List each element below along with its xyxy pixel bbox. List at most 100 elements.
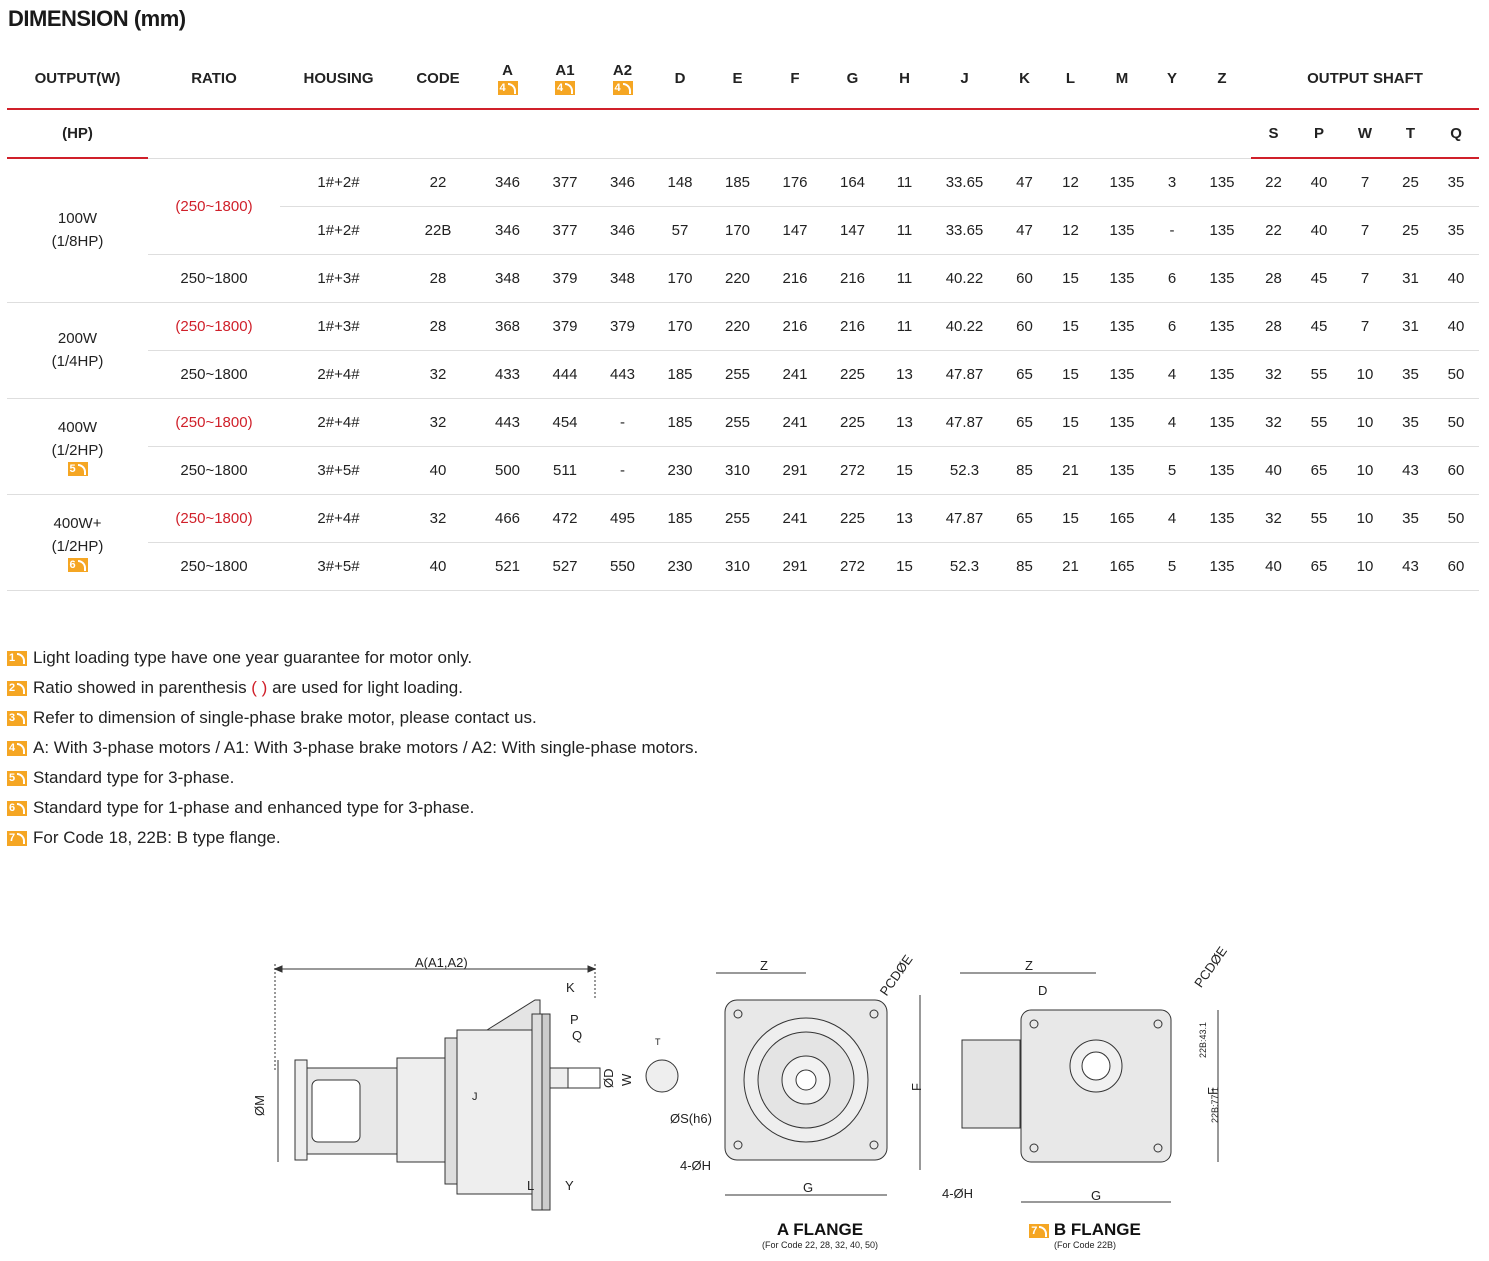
cell-k: 85 <box>1001 446 1048 495</box>
output-watt: 400W+ <box>53 515 102 532</box>
cell-q: 50 <box>1433 398 1480 447</box>
col-t: T <box>1388 109 1433 159</box>
cell-a1: 444 <box>536 350 594 399</box>
cell-a1: 454 <box>536 398 594 447</box>
cell-housing: 1#+2# <box>280 206 397 255</box>
cell-a: 346 <box>479 206 536 255</box>
table-row: 200W (1/4HP) (250~1800) 1#+3# 28 368 379 379 170… <box>7 302 1480 399</box>
notes-list: 1 Light loading type have one year guaran… <box>7 643 698 853</box>
cell-a1: 511 <box>536 446 594 495</box>
note-badge: 5 <box>67 462 88 476</box>
cell-j: 33.65 <box>928 158 1001 207</box>
cell-p: 40 <box>1296 158 1342 207</box>
cell-code: 40 <box>397 446 479 495</box>
cell-g: 225 <box>824 398 881 447</box>
title-unit: (mm) <box>133 6 186 31</box>
note-text: Light loading type have one year guarant… <box>33 648 473 667</box>
cell-w: 7 <box>1342 158 1388 207</box>
cell-p: 45 <box>1296 302 1342 351</box>
label-a: A(A1,A2) <box>415 955 468 970</box>
cell-h: 11 <box>881 254 928 303</box>
cell-g: 272 <box>824 446 881 495</box>
col-s: S <box>1251 109 1296 159</box>
cell-f: 291 <box>766 446 824 495</box>
col-h: H <box>881 48 928 110</box>
a-flange-caption: A FLANGE (For Code 22, 28, 32, 40, 50) <box>745 1220 895 1250</box>
cell-d: 230 <box>651 446 709 495</box>
cell-d: 170 <box>651 254 709 303</box>
cell-a: 500 <box>479 446 536 495</box>
cell-housing: 3#+5# <box>280 446 397 495</box>
cell-m: 135 <box>1093 254 1151 303</box>
output-watt: 100W <box>57 210 98 228</box>
cell-code: 22B <box>397 206 479 255</box>
label-pcd-b: PCDØE <box>1191 943 1230 990</box>
header-row: OUTPUT(W) RATIO HOUSING CODE A4 A1 4 A2 4 … <box>7 48 1480 110</box>
cell-housing: 2#+4# <box>280 398 397 447</box>
cell-j: 47.87 <box>928 494 1001 543</box>
cell-l: 12 <box>1048 158 1093 207</box>
col-a1-label: A1 <box>555 61 575 79</box>
note-badge: 7 <box>1029 1223 1050 1238</box>
cell-d: 185 <box>651 494 709 543</box>
col-g: G <box>824 48 881 110</box>
ratio-cell: 250~1800 <box>148 446 280 495</box>
label-g-b: G <box>1091 1188 1101 1203</box>
cell-housing: 1#+3# <box>280 254 397 303</box>
cell-d: 170 <box>651 302 709 351</box>
note-badge: 4 <box>7 740 27 756</box>
cell-w: 10 <box>1342 494 1388 543</box>
cell-code: 28 <box>397 302 479 351</box>
cell-p: 55 <box>1296 398 1342 447</box>
cell-housing: 1#+2# <box>280 158 397 207</box>
cell-s: 32 <box>1251 398 1296 447</box>
cell-l: 21 <box>1048 446 1093 495</box>
col-a1: A1 4 <box>536 48 594 110</box>
cell-e: 220 <box>709 254 766 303</box>
ratio-cell: (250~1800) <box>148 158 280 255</box>
label-j: J <box>472 1091 478 1103</box>
col-q: Q <box>1433 109 1480 159</box>
cell-a1: 527 <box>536 542 594 591</box>
note-text-red: ( ) <box>251 678 268 697</box>
cell-d: 148 <box>651 158 709 207</box>
label-z-b: Z <box>1025 958 1033 973</box>
cell-g: 164 <box>824 158 881 207</box>
cell-a: 433 <box>479 350 536 399</box>
cell-code: 32 <box>397 494 479 543</box>
cell-s: 28 <box>1251 254 1296 303</box>
cell-w: 7 <box>1342 302 1388 351</box>
cell-y: 5 <box>1151 542 1193 591</box>
cell-s: 32 <box>1251 494 1296 543</box>
label-l: L <box>527 1178 534 1193</box>
cell-code: 22 <box>397 158 479 207</box>
output-hp: (1/4HP) <box>51 353 104 370</box>
cell-q: 40 <box>1433 302 1480 351</box>
note-badge: 7 <box>7 830 27 846</box>
cell-h: 11 <box>881 302 928 351</box>
cell-w: 10 <box>1342 542 1388 591</box>
ratio-cell: 250~1800 <box>148 542 280 591</box>
cell-j: 40.22 <box>928 254 1001 303</box>
col-p: P <box>1296 109 1342 159</box>
cell-z: 135 <box>1193 302 1251 351</box>
label-g-a: G <box>803 1180 813 1195</box>
table-row: 400W+ (1/2HP) 6 (250~1800) 2#+4# 32 466 472 495 1… <box>7 494 1480 591</box>
cell-t: 35 <box>1388 494 1433 543</box>
note-badge: 4 <box>555 80 575 95</box>
note-badge: 6 <box>67 558 88 572</box>
col-e: E <box>709 48 766 110</box>
cell-k: 47 <box>1001 206 1048 255</box>
cell-d: 57 <box>651 206 709 255</box>
cell-g: 147 <box>824 206 881 255</box>
cell-a2: - <box>594 446 651 495</box>
dimension-table: OUTPUT(W) RATIO HOUSING CODE A4 A1 4 A2 4 … <box>7 48 1480 591</box>
col-k: K <box>1001 48 1048 110</box>
cell-z: 135 <box>1193 254 1251 303</box>
cell-q: 35 <box>1433 158 1480 207</box>
label-k: K <box>566 980 575 995</box>
cell-a: 521 <box>479 542 536 591</box>
cell-w: 10 <box>1342 350 1388 399</box>
cell-y: 5 <box>1151 446 1193 495</box>
cell-e: 170 <box>709 206 766 255</box>
